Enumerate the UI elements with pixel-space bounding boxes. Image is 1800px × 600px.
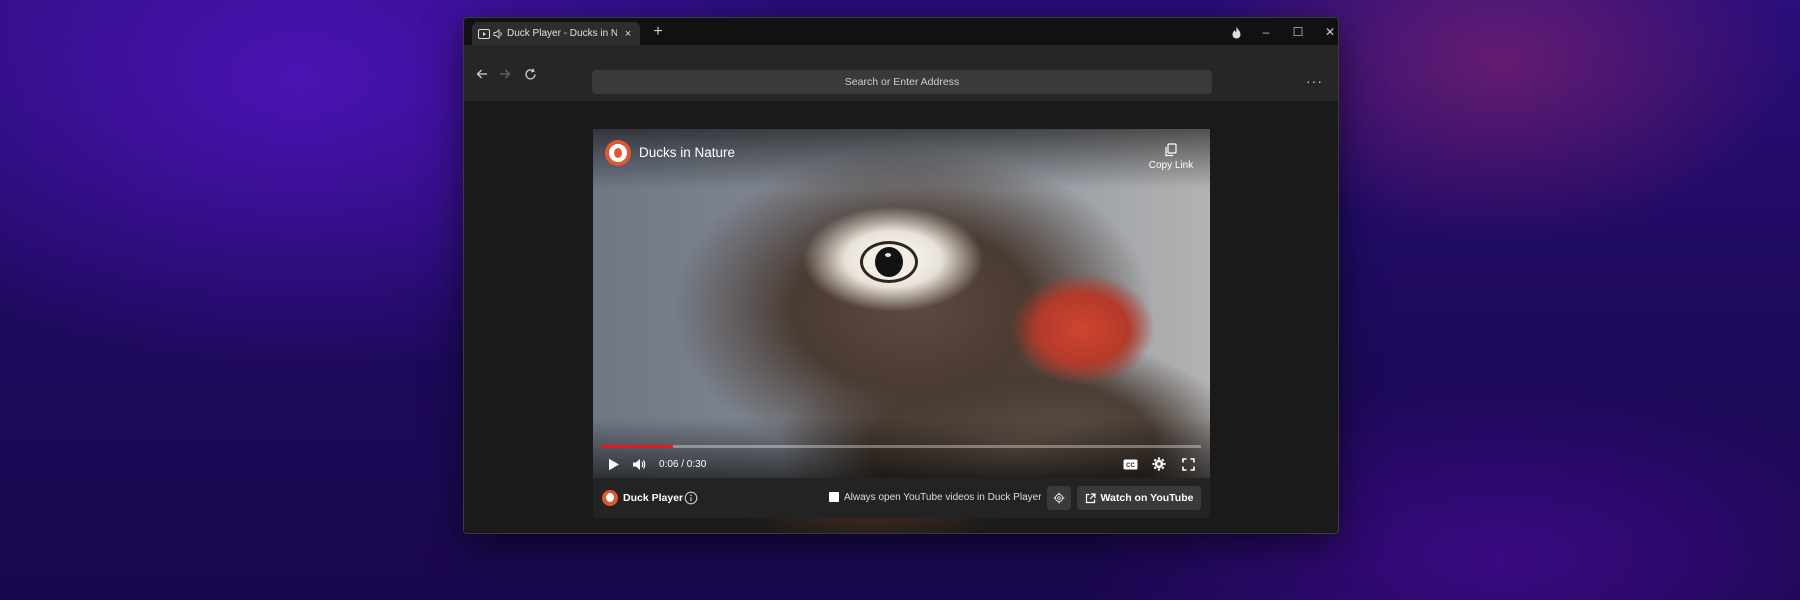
copy-link-label: Copy Link	[1148, 160, 1194, 171]
reload-icon	[524, 68, 536, 79]
navigation-bar: Search or Enter Address ···	[464, 45, 1338, 101]
play-button[interactable]	[605, 455, 623, 473]
duck-eye-glint	[885, 253, 891, 257]
fullscreen-button[interactable]	[1179, 455, 1197, 473]
video-player[interactable]: Ducks in Nature Copy Link 0:06 / 0:30 CC	[593, 129, 1210, 478]
speaker-icon[interactable]	[491, 27, 505, 41]
title-bar: Duck Player - Ducks in Nature × + – ☐ ✕	[464, 18, 1338, 45]
fullscreen-icon	[1181, 457, 1195, 471]
volume-icon	[633, 458, 646, 470]
always-open-label[interactable]: Always open YouTube videos in Duck Playe…	[844, 492, 1042, 503]
fire-icon	[1232, 26, 1240, 38]
back-button[interactable]	[472, 64, 492, 84]
watch-on-youtube-label: Watch on YouTube	[1100, 492, 1194, 504]
captions-button[interactable]: CC	[1121, 455, 1139, 473]
browser-window: Duck Player - Ducks in Nature × + – ☐ ✕ …	[463, 17, 1339, 534]
captions-icon: CC	[1123, 459, 1137, 469]
progress-bar[interactable]	[601, 445, 1201, 448]
duck-player-bar: Duck Player Always open YouTube videos i…	[593, 478, 1210, 518]
tab-duck-player[interactable]: Duck Player - Ducks in Nature ×	[472, 22, 640, 45]
minimize-button[interactable]: –	[1254, 22, 1278, 42]
forward-arrow-icon	[500, 69, 511, 79]
progress-fill	[601, 445, 673, 448]
gear-icon	[1053, 492, 1065, 504]
duck-player-logo	[602, 490, 618, 506]
more-menu-button[interactable]: ···	[1306, 74, 1323, 88]
always-open-checkbox[interactable]	[829, 492, 839, 502]
info-icon[interactable]	[684, 491, 698, 505]
tab-title: Duck Player - Ducks in Nature	[507, 28, 617, 39]
back-arrow-icon	[476, 69, 487, 79]
duck-player-name: Duck Player	[623, 492, 684, 504]
copy-link-button[interactable]: Copy Link	[1141, 143, 1201, 171]
duckduckgo-logo	[605, 140, 631, 166]
copy-icon	[1165, 143, 1177, 157]
address-placeholder: Search or Enter Address	[844, 76, 960, 88]
page-content: Ducks in Nature Copy Link 0:06 / 0:30 CC	[464, 101, 1338, 533]
video-icon	[477, 27, 491, 41]
duck-player-settings-button[interactable]	[1047, 486, 1071, 510]
time-display: 0:06 / 0:30	[659, 459, 707, 470]
svg-text:CC: CC	[1126, 463, 1135, 469]
fire-button[interactable]	[1224, 22, 1248, 42]
maximize-button[interactable]: ☐	[1286, 22, 1310, 42]
forward-button[interactable]	[495, 64, 515, 84]
duck-eye	[875, 247, 903, 277]
address-bar[interactable]: Search or Enter Address	[592, 70, 1212, 94]
play-icon	[609, 458, 619, 470]
close-window-button[interactable]: ✕	[1318, 22, 1338, 42]
video-title[interactable]: Ducks in Nature	[639, 145, 735, 160]
external-link-icon	[1085, 492, 1096, 503]
volume-button[interactable]	[630, 455, 648, 473]
tab-close-icon[interactable]: ×	[621, 28, 635, 40]
new-tab-button[interactable]: +	[650, 24, 666, 40]
settings-gear-icon	[1152, 457, 1166, 471]
reload-button[interactable]	[520, 64, 540, 84]
watch-on-youtube-button[interactable]: Watch on YouTube	[1077, 486, 1201, 510]
player-settings-button[interactable]	[1150, 455, 1168, 473]
